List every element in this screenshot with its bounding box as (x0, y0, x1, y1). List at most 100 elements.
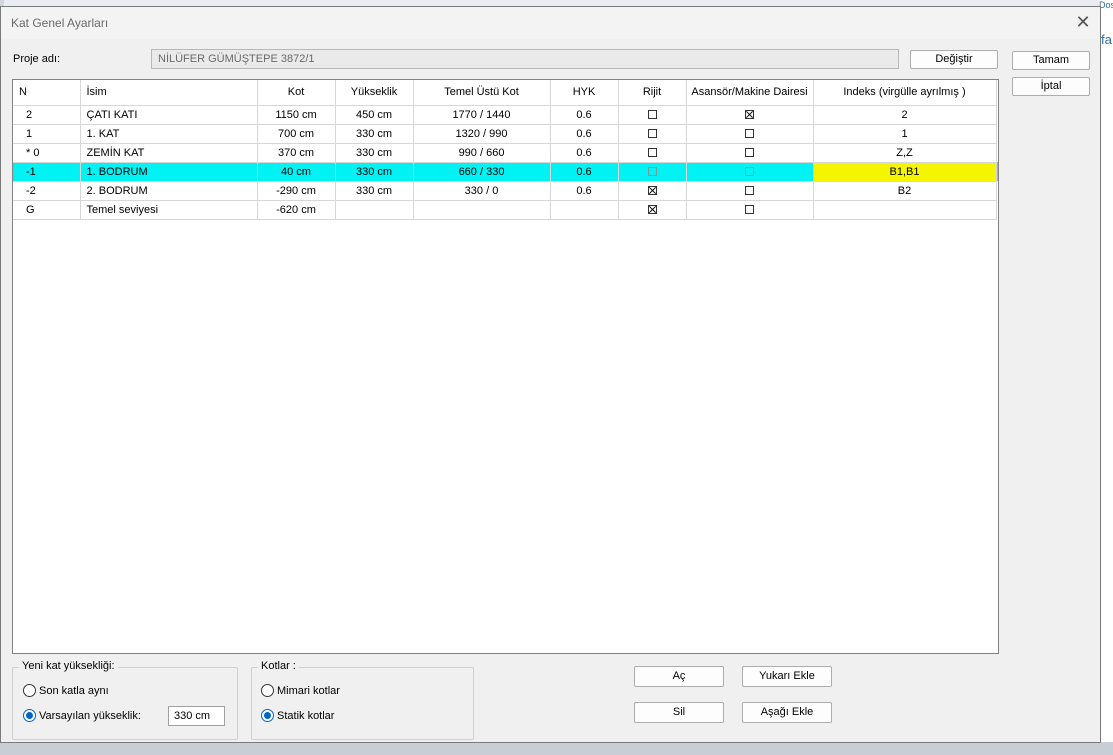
cell-hyk[interactable]: 0.6 (550, 181, 619, 201)
elevator-checkbox[interactable] (745, 148, 754, 158)
background-app-drawing-area (0, 742, 1113, 755)
radio-architectural-levels[interactable]: Mimari kotlar (261, 684, 340, 697)
column-header-foundation-top[interactable]: Temel Üstü Kot (413, 80, 551, 106)
cell-kot[interactable]: 370 cm (257, 143, 336, 163)
cell-n[interactable]: 2 (13, 105, 81, 125)
cell-index[interactable]: B2 (813, 181, 997, 201)
open-button[interactable]: Aç (634, 666, 724, 687)
rigid-checkbox[interactable] (647, 148, 657, 158)
cell-n[interactable]: * 0 (13, 143, 81, 163)
table-row[interactable]: 2 ÇATI KATI 1150 cm 450 cm 1770 / 1440 0.6 2 (13, 105, 998, 125)
radio-same-as-last[interactable]: Son katla aynı (23, 684, 109, 697)
change-project-button[interactable]: Değiştir (910, 50, 998, 69)
cell-height[interactable] (335, 200, 414, 220)
elevator-checkbox[interactable] (745, 205, 754, 215)
cell-index[interactable]: 2 (813, 105, 997, 125)
levels-title: Kotlar : (258, 660, 299, 672)
table-filler (996, 200, 998, 219)
cell-foundation-top[interactable] (413, 200, 551, 220)
cell-name[interactable]: 1. KAT (80, 124, 258, 144)
cell-n[interactable]: -1 (13, 162, 81, 182)
table-row[interactable]: -2 2. BODRUM -290 cm 330 cm 330 / 0 0.6 B2 (13, 181, 998, 201)
elevator-checkbox[interactable] (745, 186, 754, 196)
table-row[interactable]: 1 1. KAT 700 cm 330 cm 1320 / 990 0.6 1 (13, 124, 998, 144)
cell-hyk[interactable]: 0.6 (550, 124, 619, 144)
rigid-checkbox[interactable] (647, 205, 657, 215)
cell-height[interactable]: 330 cm (335, 181, 414, 201)
cell-rigid (618, 124, 687, 144)
cell-kot[interactable]: -290 cm (257, 181, 336, 201)
radio-static-levels-label: Statik kotlar (277, 709, 335, 722)
column-header-kot[interactable]: Kot (257, 80, 336, 106)
cell-hyk[interactable]: 0.6 (550, 143, 619, 163)
cell-hyk[interactable]: 0.6 (550, 162, 619, 182)
cell-index[interactable] (813, 200, 997, 220)
cell-foundation-top[interactable]: 660 / 330 (413, 162, 551, 182)
cell-n[interactable]: -2 (13, 181, 81, 201)
cell-name[interactable]: Temel seviyesi (80, 200, 258, 220)
elevator-checkbox[interactable] (745, 129, 754, 139)
cell-foundation-top[interactable]: 330 / 0 (413, 181, 551, 201)
add-above-button[interactable]: Yukarı Ekle (742, 666, 832, 687)
cell-kot[interactable]: 40 cm (257, 162, 336, 182)
elevator-checkbox[interactable] (745, 167, 754, 177)
table-filler (996, 124, 998, 143)
cell-elevator (686, 105, 814, 125)
column-header-name[interactable]: İsim (80, 80, 258, 106)
cell-kot[interactable]: 1150 cm (257, 105, 336, 125)
column-header-rigid[interactable]: Rijit (618, 80, 687, 106)
column-header-index[interactable]: Indeks (virgülle ayrılmış ) (813, 80, 997, 106)
radio-same-as-last-circle[interactable] (23, 684, 36, 697)
table-row[interactable]: G Temel seviyesi -620 cm (13, 200, 998, 220)
rigid-checkbox[interactable] (647, 186, 657, 196)
table-filler (996, 181, 998, 200)
elevator-checkbox[interactable] (745, 110, 754, 120)
table-filler (996, 80, 998, 105)
radio-static-levels[interactable]: Statik kotlar (261, 709, 334, 722)
cell-rigid (618, 162, 687, 182)
cell-hyk[interactable] (550, 200, 619, 220)
cell-index[interactable]: 1 (813, 124, 997, 144)
ok-button[interactable]: Tamam (1012, 51, 1090, 70)
column-header-hyk[interactable]: HYK (550, 80, 619, 106)
cell-height[interactable]: 450 cm (335, 105, 414, 125)
delete-button[interactable]: Sil (634, 702, 724, 723)
cell-name[interactable]: 1. BODRUM (80, 162, 258, 182)
cell-elevator (686, 200, 814, 220)
cell-name[interactable]: ZEMİN KAT (80, 143, 258, 163)
radio-default-height-circle[interactable] (23, 709, 36, 722)
column-header-elevator[interactable]: Asansör/Makine Dairesi (686, 80, 814, 106)
cell-foundation-top[interactable]: 1320 / 990 (413, 124, 551, 144)
cell-height[interactable]: 330 cm (335, 162, 414, 182)
cell-elevator (686, 162, 814, 182)
levels-group: Kotlar : Mimari kotlar Statik kotlar (251, 660, 474, 740)
cell-name[interactable]: 2. BODRUM (80, 181, 258, 201)
add-below-button[interactable]: Aşağı Ekle (742, 702, 832, 723)
cell-index[interactable]: B1,B1 (813, 162, 997, 182)
cell-hyk[interactable]: 0.6 (550, 105, 619, 125)
radio-default-height[interactable]: Varsayılan yükseklik: (23, 709, 141, 722)
column-header-height[interactable]: Yükseklik (335, 80, 414, 106)
cell-height[interactable]: 330 cm (335, 143, 414, 163)
rigid-checkbox[interactable] (647, 129, 657, 139)
cell-kot[interactable]: 700 cm (257, 124, 336, 144)
floor-grid: N İsim Kot Yükseklik Temel Üstü Kot HYK … (13, 80, 998, 220)
radio-static-levels-circle[interactable] (261, 709, 274, 722)
radio-architectural-levels-circle[interactable] (261, 684, 274, 697)
cell-n[interactable]: 1 (13, 124, 81, 144)
close-icon[interactable]: ✕ (1072, 11, 1094, 33)
cell-name[interactable]: ÇATI KATI (80, 105, 258, 125)
default-height-input[interactable]: 330 cm (168, 706, 225, 726)
column-header-n[interactable]: N (13, 80, 81, 106)
cell-foundation-top[interactable]: 1770 / 1440 (413, 105, 551, 125)
cell-foundation-top[interactable]: 990 / 660 (413, 143, 551, 163)
rigid-checkbox[interactable] (647, 110, 657, 120)
cell-kot[interactable]: -620 cm (257, 200, 336, 220)
cell-height[interactable]: 330 cm (335, 124, 414, 144)
cell-index[interactable]: Z,Z (813, 143, 997, 163)
cell-n[interactable]: G (13, 200, 81, 220)
table-row[interactable]: -1 1. BODRUM 40 cm 330 cm 660 / 330 0.6 B1,B1 (13, 162, 998, 182)
cancel-button[interactable]: İptal (1012, 77, 1090, 96)
rigid-checkbox[interactable] (647, 167, 657, 177)
table-row[interactable]: * 0 ZEMİN KAT 370 cm 330 cm 990 / 660 0.6 Z,Z (13, 143, 998, 163)
